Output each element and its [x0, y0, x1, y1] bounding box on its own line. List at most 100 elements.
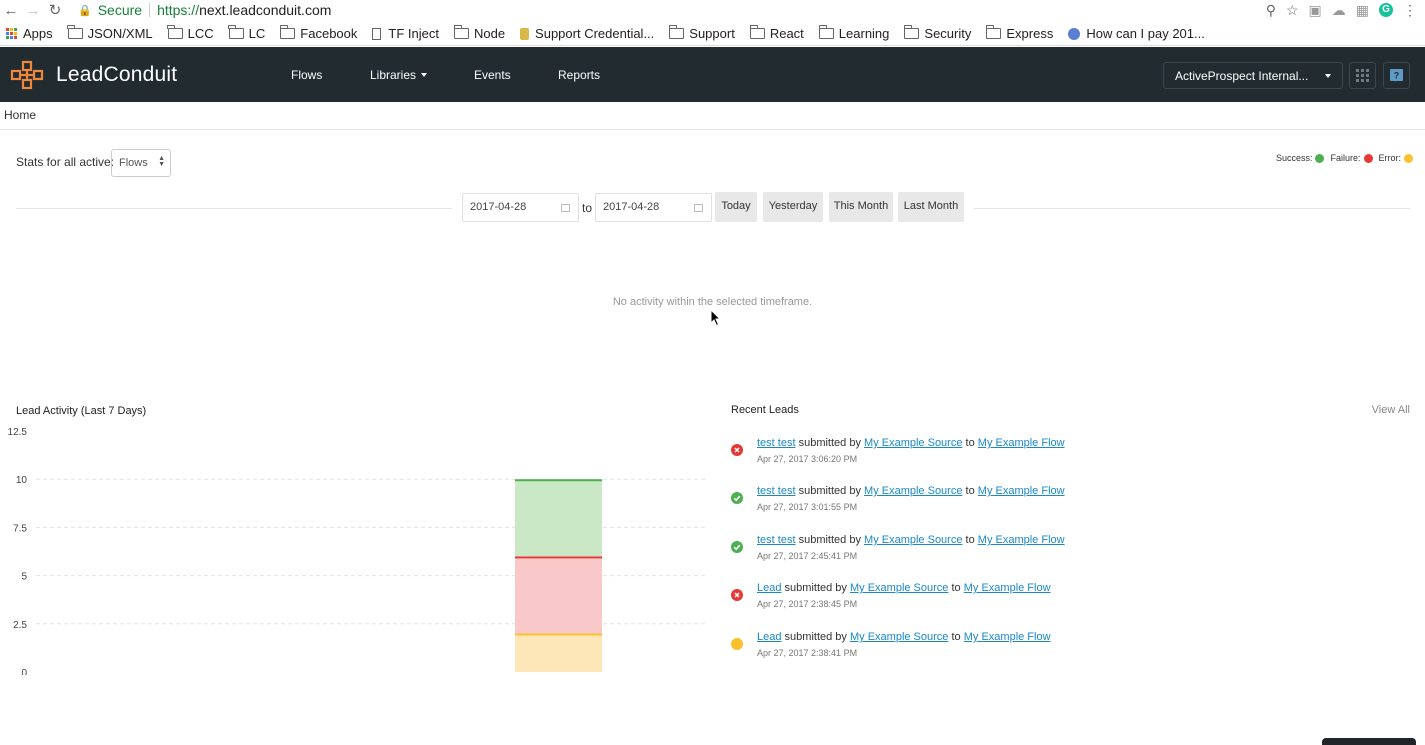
source-link[interactable]: My Example Source: [850, 631, 948, 643]
bookmark-label: Express: [1006, 26, 1054, 41]
flow-link[interactable]: My Example Flow: [978, 437, 1065, 449]
folder-icon: [279, 25, 296, 39]
lead-link[interactable]: test test: [757, 437, 796, 449]
help-button[interactable]: ?: [1383, 62, 1410, 89]
bar-segment-error: [515, 633, 602, 672]
lead-link[interactable]: test test: [757, 534, 796, 546]
this-month-button[interactable]: This Month: [829, 192, 893, 222]
bookmark-item[interactable]: Facebook: [279, 25, 357, 41]
bookmark-label: LCC: [187, 26, 214, 41]
forward-icon[interactable]: →: [22, 2, 44, 19]
bookmark-item[interactable]: Security: [904, 25, 971, 41]
recent-leads-title: Recent Leads: [731, 404, 799, 416]
nav-libraries-label: Libraries: [370, 68, 417, 82]
date-range-to: to: [582, 201, 593, 215]
bookmark-label: Apps: [23, 26, 53, 41]
apps-grid-icon: [6, 28, 17, 39]
today-button[interactable]: Today: [715, 192, 757, 222]
lead-link[interactable]: Lead: [757, 631, 781, 643]
nav-flows[interactable]: Flows: [291, 68, 322, 82]
lead-timestamp: Apr 27, 2017 2:38:41 PM: [757, 648, 858, 658]
reload-icon[interactable]: ↻: [44, 1, 66, 19]
bookmark-label: JSON/XML: [87, 26, 153, 41]
error-status-icon: [731, 638, 743, 650]
y-tick-label: 0: [21, 668, 27, 675]
bookmark-item[interactable]: JSON/XML: [67, 25, 153, 41]
to-date-input[interactable]: 2017-04-28: [595, 193, 712, 222]
view-all-link[interactable]: View All: [1372, 404, 1410, 416]
to-text: to: [965, 437, 975, 449]
submitted-by-text: submitted by: [784, 582, 847, 594]
zoom-icon[interactable]: ⚲: [1266, 2, 1276, 19]
flow-link[interactable]: My Example Flow: [964, 631, 1051, 643]
star-icon[interactable]: ☆: [1286, 2, 1299, 19]
bookmarks-bar: Apps JSON/XML LCC LC Facebook TF Inject Node Su…: [0, 22, 1425, 46]
browser-actions: ⚲ ☆ ▣ ☁ ▦ G ⋮: [1266, 0, 1417, 20]
y-tick-label: 5: [21, 572, 27, 583]
bookmark-item[interactable]: Apps: [6, 26, 53, 41]
camera-icon[interactable]: ▣: [1309, 2, 1322, 19]
source-link[interactable]: My Example Source: [864, 485, 962, 497]
stats-scope-select[interactable]: Flows ▲ ▼: [111, 149, 171, 177]
lead-link[interactable]: Lead: [757, 582, 781, 594]
bookmark-item[interactable]: React: [749, 25, 804, 41]
folder-icon: [668, 25, 685, 39]
divider: [149, 3, 151, 17]
breadcrumb-home[interactable]: Home: [4, 108, 36, 122]
apps-menu-button[interactable]: [1349, 62, 1376, 89]
bookmark-item[interactable]: LCC: [167, 25, 214, 41]
logo[interactable]: LeadConduit: [10, 60, 177, 90]
nav-libraries[interactable]: Libraries: [370, 68, 428, 82]
bookmark-item[interactable]: Support Credential...: [520, 26, 654, 41]
back-icon[interactable]: ←: [0, 2, 22, 19]
account-switcher[interactable]: ActiveProspect Internal...: [1163, 62, 1343, 89]
bookmark-item[interactable]: Node: [453, 25, 506, 41]
divider: [974, 208, 1410, 209]
bookmark-item[interactable]: Learning: [818, 25, 889, 41]
url-scheme: https://: [157, 2, 200, 18]
bookmark-item[interactable]: TF Inject: [372, 26, 439, 41]
lead-timestamp: Apr 27, 2017 3:01:55 PM: [757, 502, 858, 512]
from-date-input[interactable]: 2017-04-28: [462, 193, 579, 222]
address-bar[interactable]: https://next.leadconduit.com: [157, 2, 331, 18]
bookmark-item[interactable]: How can I pay 201...: [1068, 26, 1205, 41]
failure-icon: [1363, 153, 1373, 163]
bookmark-item[interactable]: Support: [668, 25, 735, 41]
nav-reports[interactable]: Reports: [558, 68, 600, 82]
app-header: LeadConduit Flows Libraries Events Repor…: [0, 47, 1425, 102]
flow-link[interactable]: My Example Flow: [964, 582, 1051, 594]
bookmark-label: Node: [473, 26, 506, 41]
lead-summary: Lead submitted by My Example Source to M…: [757, 582, 1051, 594]
cloud-icon[interactable]: ☁: [1332, 2, 1346, 19]
help-icon: ?: [1390, 68, 1403, 83]
to-text: to: [951, 631, 961, 643]
lead-link[interactable]: test test: [757, 485, 796, 497]
last-month-button[interactable]: Last Month: [898, 192, 964, 222]
empty-state-message: No activity within the selected timefram…: [612, 296, 813, 308]
bookmark-item[interactable]: Express: [986, 25, 1054, 41]
grammarly-icon[interactable]: G: [1379, 3, 1393, 17]
nav-events[interactable]: Events: [474, 68, 511, 82]
flow-link[interactable]: My Example Flow: [978, 485, 1065, 497]
folder-icon: [986, 25, 1002, 39]
bookmark-item[interactable]: LC: [228, 25, 266, 41]
menu-icon[interactable]: ⋮: [1403, 2, 1417, 19]
bookmark-label: LC: [248, 26, 266, 41]
source-link[interactable]: My Example Source: [864, 437, 962, 449]
logo-text: LeadConduit: [56, 62, 178, 86]
status-legend: Success: Failure: Error:: [1276, 153, 1413, 163]
extension-icon[interactable]: ▦: [1356, 2, 1369, 19]
bar-segment-failure: [515, 556, 602, 634]
success-status-icon: [731, 492, 743, 504]
chat-widget-tab[interactable]: [1322, 738, 1416, 745]
caret-down-icon: [421, 73, 428, 77]
stats-label: Stats for all active:: [16, 155, 115, 169]
bookmark-label: How can I pay 201...: [1086, 26, 1205, 41]
yesterday-button[interactable]: Yesterday: [763, 192, 823, 222]
source-link[interactable]: My Example Source: [864, 534, 962, 546]
source-link[interactable]: My Example Source: [850, 582, 948, 594]
flow-link[interactable]: My Example Flow: [978, 534, 1065, 546]
submitted-by-text: submitted by: [784, 631, 847, 643]
lead-summary: test test submitted by My Example Source…: [757, 534, 1065, 546]
from-date-value: 2017-04-28: [470, 201, 527, 213]
